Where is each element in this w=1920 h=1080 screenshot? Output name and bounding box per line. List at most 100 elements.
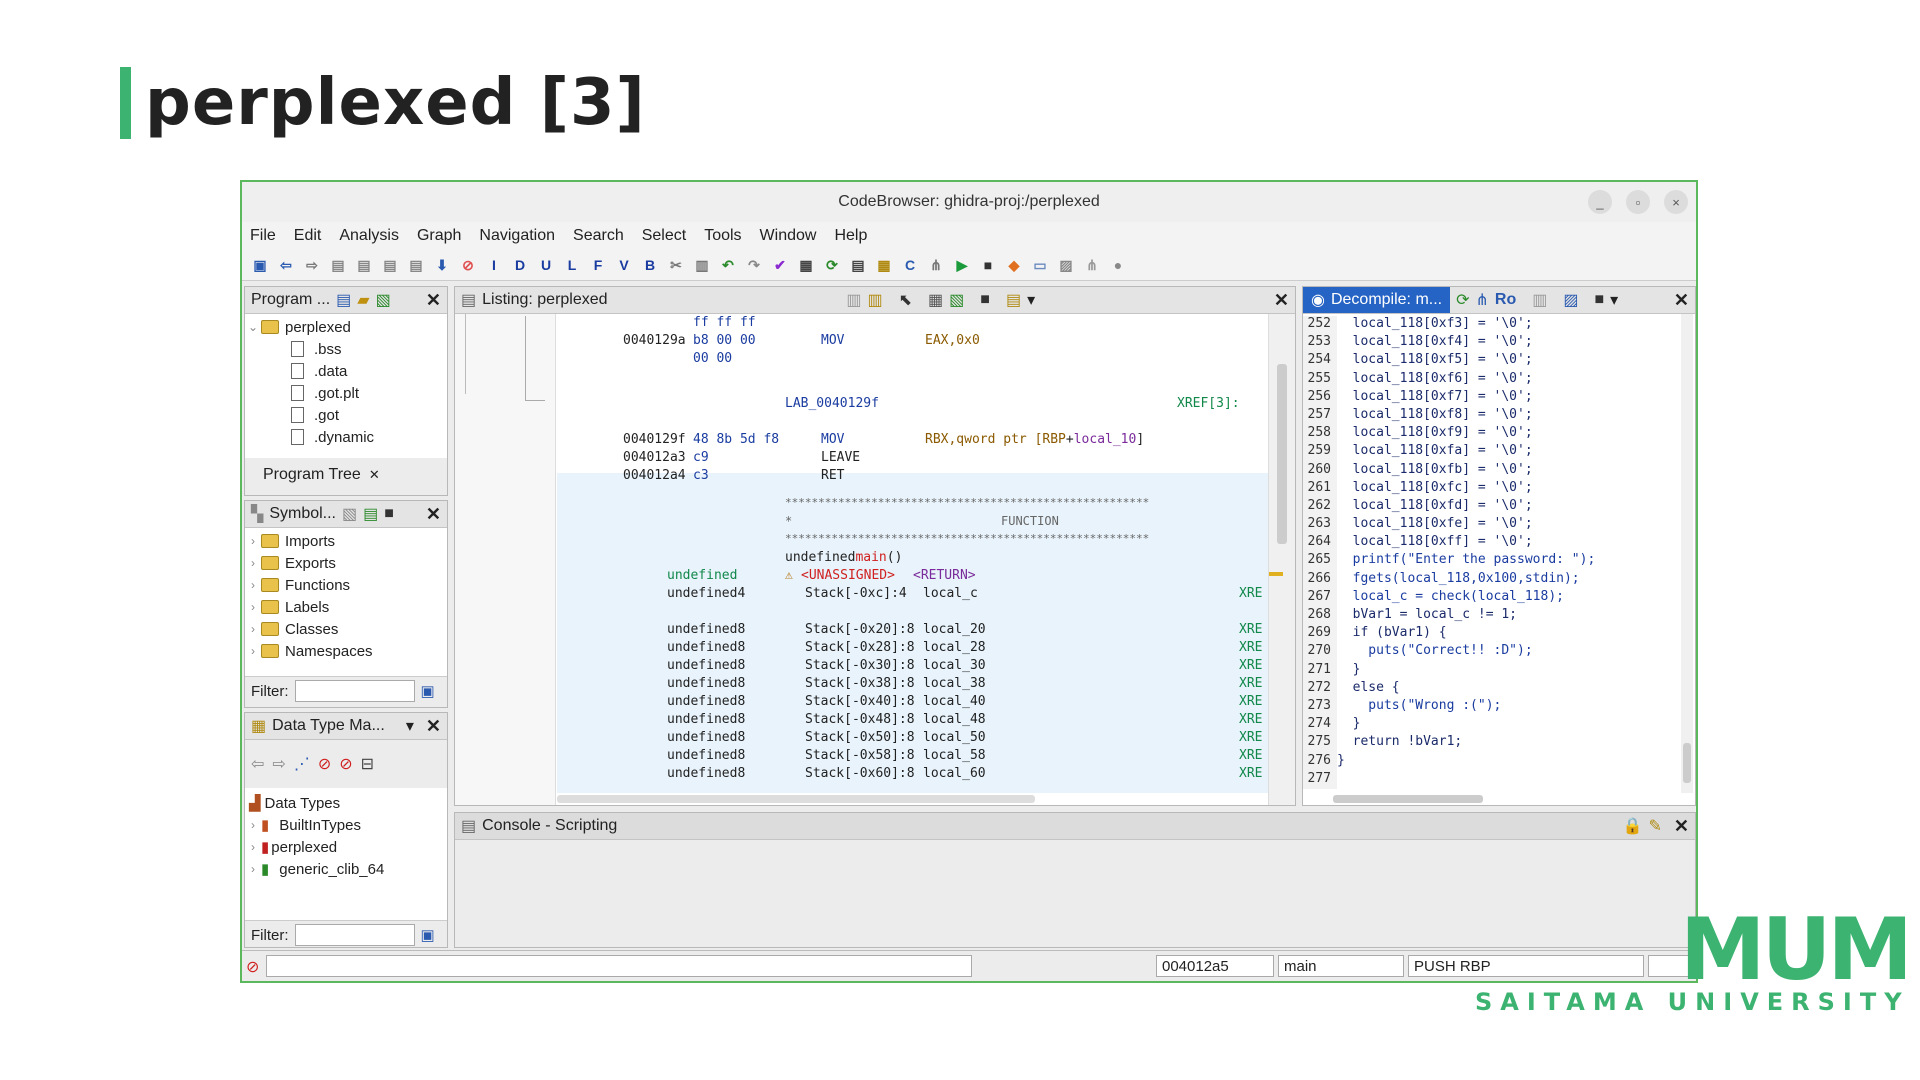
diff-icon[interactable]: ▧ [949,290,964,310]
open-tree-icon[interactable]: ▤ [336,290,351,310]
bytes-icon[interactable]: ▦ [796,255,816,275]
export-icon[interactable]: ▨ [1563,290,1578,310]
save-icon[interactable]: ▣ [250,255,270,275]
decompile-line[interactable]: 265 printf("Enter the password: "); [1303,552,1679,571]
memory-icon[interactable]: ▨ [1056,255,1076,275]
close-icon[interactable]: ✕ [1674,290,1689,311]
menu-analysis[interactable]: Analysis [339,227,399,245]
merge-icon[interactable]: ▧ [376,290,391,310]
menu-tools[interactable]: Tools [704,227,741,245]
cursor-icon[interactable]: ⬉ [899,290,912,310]
listing-hscroll[interactable] [557,795,1035,803]
clear-icon[interactable]: ✎ [1649,816,1662,836]
back-icon[interactable]: ⇦ [276,255,296,275]
tree-item[interactable]: .dynamic [245,426,447,448]
decompile-line[interactable]: 274 } [1303,716,1679,735]
undo-icon[interactable]: ↶ [718,255,738,275]
return-row[interactable]: undefined ⚠ <UNASSIGNED> <RETURN> [455,568,1265,586]
decompile-line[interactable]: 271 } [1303,661,1679,680]
symbol-category-classes[interactable]: › Classes [245,618,447,640]
close-tab-icon[interactable]: ✕ [369,467,380,483]
symbol-category-functions[interactable]: › Functions [245,574,447,596]
nav-undefined-button[interactable]: U [536,255,556,275]
close-icon[interactable]: ✕ [1274,290,1289,311]
param-row[interactable]: undefined8 Stack[-0x20]:8 local_20 XRE [455,622,1265,640]
chevron-right-icon[interactable]: › [245,644,261,658]
snapshot-icon[interactable]: ■ [1595,291,1605,309]
graph-icon[interactable]: ⋔ [1476,290,1489,310]
nav-next-label-icon[interactable]: ▤ [406,255,426,275]
chevron-right-icon[interactable]: › [245,622,261,636]
no-filter-2-icon[interactable]: ⊘ [339,754,352,774]
lock-icon[interactable]: 🔒 [1623,816,1643,836]
decompiler-icon[interactable]: C [900,255,920,275]
tree-icon[interactable]: ⋔ [1082,255,1102,275]
help-icon[interactable]: ● [1108,255,1128,275]
listing-row[interactable]: 0040129a b8 00 00 MOV EAX,0x0 [455,333,1265,351]
run-icon[interactable]: ▶ [952,255,972,275]
listing-content[interactable]: ff ff ff 0040129a b8 00 00 MOV EAX,0x0 00 0… [455,314,1295,805]
param-row[interactable]: undefined8 Stack[-0x30]:8 local_30 XRE [455,658,1265,676]
nav-next-undefined-icon[interactable]: ▤ [380,255,400,275]
chevron-right-icon[interactable]: › [245,534,261,548]
graph-icon[interactable]: ⋔ [926,255,946,275]
menu-navigation[interactable]: Navigation [479,227,555,245]
collapse-all-icon[interactable]: ⊟ [361,754,374,774]
nav-next-data-icon[interactable]: ▤ [328,255,348,275]
menu-edit[interactable]: Edit [294,227,322,245]
decompile-line[interactable]: 263 local_118[0xfe] = '\0'; [1303,516,1679,535]
decompile-line[interactable]: 255 local_118[0xf6] = '\0'; [1303,370,1679,389]
chevron-right-icon[interactable]: › [245,556,261,570]
tree-item[interactable]: .got [245,404,447,426]
decompile-scroll-thumb[interactable] [1683,743,1691,783]
listing-row[interactable]: 004012a3 c9 LEAVE [455,450,1265,468]
chevron-down-icon[interactable]: ▾ [1027,290,1035,310]
symbol-category-exports[interactable]: › Exports [245,552,447,574]
refresh-icon[interactable]: ⟳ [1456,290,1469,310]
decompile-line[interactable]: 267 local_c = check(local_118); [1303,588,1679,607]
decompile-line[interactable]: 272 else { [1303,679,1679,698]
chevron-right-icon[interactable]: › [245,578,261,592]
menu-graph[interactable]: Graph [417,227,461,245]
nav-function-button[interactable]: F [588,255,608,275]
decompile-line[interactable]: 253 local_118[0xf4] = '\0'; [1303,334,1679,353]
field-edit-icon[interactable]: ▦ [928,290,943,310]
nav-data-button[interactable]: D [510,255,530,275]
decompile-line[interactable]: 270 puts("Correct!! :D"); [1303,643,1679,662]
data-type-archive[interactable]: › ▮ perplexed [245,836,447,858]
window-titlebar[interactable]: CodeBrowser: ghidra-proj:/perplexed _ ▫ … [242,182,1696,222]
nav-instruction-button[interactable]: I [484,255,504,275]
filter-arrows-icon[interactable]: ⋰ [294,754,310,774]
symbol-category-namespaces[interactable]: › Namespaces [245,640,447,662]
decompile-line[interactable]: 259 local_118[0xfa] = '\0'; [1303,443,1679,462]
snapshot-icon[interactable]: ■ [980,291,990,309]
param-row[interactable]: undefined8 Stack[-0x58]:8 local_58 XRE [455,748,1265,766]
table-icon[interactable]: ▤ [848,255,868,275]
stop-icon[interactable]: ⊘ [458,255,478,275]
decompile-line[interactable]: 268 bVar1 = local_c != 1; [1303,607,1679,626]
folder-icon[interactable]: ▰ [357,290,369,310]
decompile-line[interactable]: 269 if (bVar1) { [1303,625,1679,644]
param-row[interactable]: undefined8 Stack[-0x28]:8 local_28 XRE [455,640,1265,658]
no-filter-icon[interactable]: ⊘ [318,754,331,774]
menu-file[interactable]: File [250,227,276,245]
param-row[interactable]: undefined8 Stack[-0x60]:8 local_60 XRE [455,766,1265,784]
terminal-icon[interactable]: ■ [978,255,998,275]
nav-value-button[interactable]: V [614,255,634,275]
decompile-scrollbar[interactable] [1681,314,1693,793]
decompile-tab[interactable]: ◉ Decompile: m... [1303,287,1451,313]
decompile-line[interactable]: 261 local_118[0xfc] = '\0'; [1303,479,1679,498]
back-icon[interactable]: ⇦ [251,754,264,774]
filter-options-icon[interactable]: ▣ [421,682,435,700]
decompile-line[interactable]: 258 local_118[0xf9] = '\0'; [1303,425,1679,444]
forward-icon[interactable]: ⇨ [272,754,285,774]
tree-item[interactable]: .data [245,360,447,382]
data-type-filter-input[interactable] [294,924,415,946]
down-arrow-icon[interactable]: ⬇ [432,255,452,275]
refresh-icon[interactable]: ⟳ [822,255,842,275]
decompile-line[interactable]: 276} [1303,752,1679,771]
data-type-archive[interactable]: › ▮ BuiltInTypes [245,814,447,836]
menu-select[interactable]: Select [642,227,686,245]
decompile-line[interactable]: 275 return !bVar1; [1303,734,1679,753]
filter-options-icon[interactable]: ▣ [421,926,435,944]
